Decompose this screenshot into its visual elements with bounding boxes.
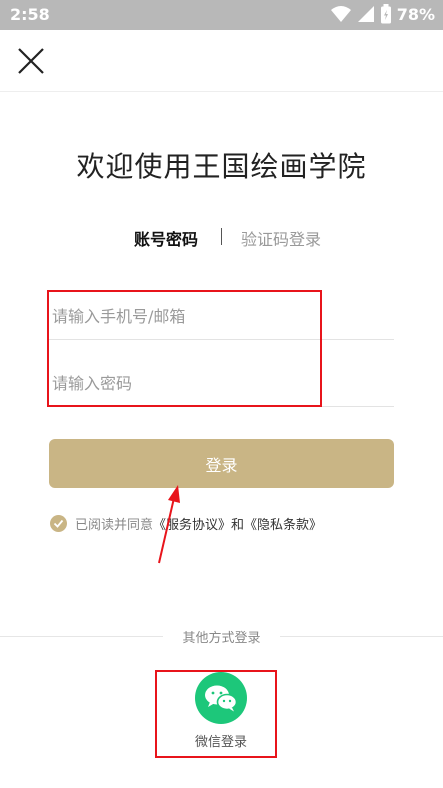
status-time: 2:58 xyxy=(10,5,50,24)
wechat-login-label: 微信登录 xyxy=(194,735,247,750)
login-tabs: 账号密码 验证码登录 xyxy=(0,226,443,250)
agreement-and: 和 xyxy=(231,517,245,533)
wechat-login-button[interactable]: 微信登录 xyxy=(192,672,250,756)
other-login-divider: 其他方式登录 xyxy=(0,626,443,646)
battery-percent: 78% xyxy=(396,4,435,24)
password-input[interactable] xyxy=(49,360,394,407)
agree-checkbox[interactable] xyxy=(50,514,67,532)
wifi-icon xyxy=(330,6,351,22)
login-button[interactable]: 登录 xyxy=(49,439,394,488)
service-agreement-link[interactable]: 《服务协议》 xyxy=(153,514,231,533)
signal-icon xyxy=(357,6,374,22)
page-title: 欢迎使用王国绘画学院 xyxy=(76,150,367,183)
status-bar: 2:58 78% xyxy=(0,0,443,30)
close-icon[interactable] xyxy=(14,44,48,78)
check-icon xyxy=(53,519,64,528)
phone-email-input[interactable] xyxy=(49,293,394,340)
tab-divider xyxy=(221,228,222,245)
wechat-circle xyxy=(195,672,247,724)
agreement-row: 已阅读并同意 《服务协议》 和 《隐私条款》 xyxy=(50,513,322,533)
status-icons: 78% xyxy=(330,4,435,24)
tab-code-login[interactable]: 验证码登录 xyxy=(241,226,321,250)
wechat-icon xyxy=(205,685,238,712)
top-bar xyxy=(0,30,443,92)
battery-icon xyxy=(380,4,391,24)
divider-line-right xyxy=(280,636,443,637)
privacy-policy-link[interactable]: 《隐私条款》 xyxy=(244,514,322,533)
tab-password-login[interactable]: 账号密码 xyxy=(134,226,198,250)
agreement-prefix: 已阅读并同意 xyxy=(75,517,154,533)
